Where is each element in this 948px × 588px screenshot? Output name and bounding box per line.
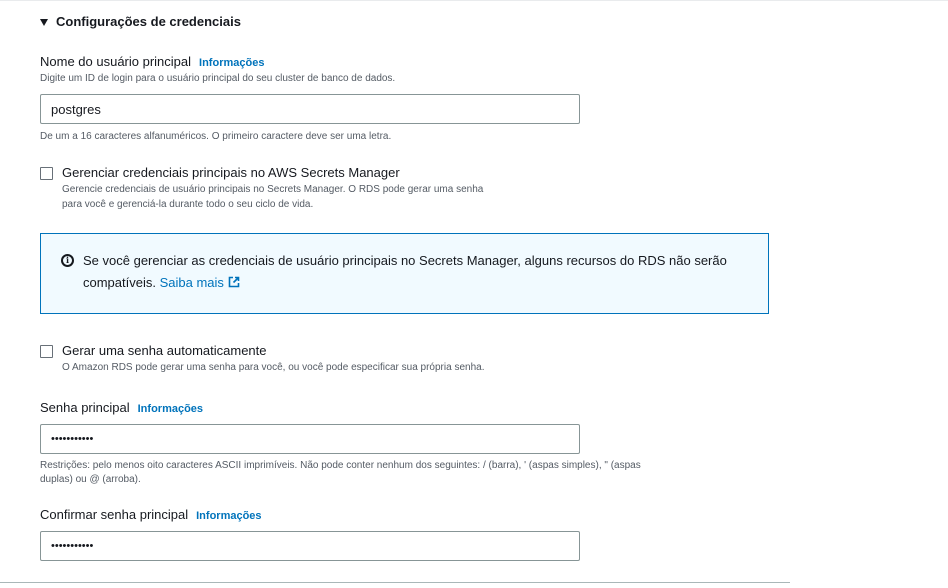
external-link-icon bbox=[228, 276, 240, 288]
master-password-constraint-line2: duplas) ou @ (arroba). bbox=[40, 474, 141, 485]
username-label-row: Nome do usuário principal Informações bbox=[40, 54, 264, 69]
auto-password-description: O Amazon RDS pode gerar uma senha para v… bbox=[62, 362, 485, 373]
master-password-value: ••••••••••• bbox=[51, 433, 94, 445]
section-title: Configurações de credenciais bbox=[56, 14, 241, 29]
secrets-manager-description: Gerencie credenciais de usuário principa… bbox=[62, 182, 483, 212]
master-password-info-link[interactable]: Informações bbox=[138, 403, 203, 415]
username-input[interactable]: postgres bbox=[40, 94, 580, 124]
secrets-manager-description-line2: para você e gerenciá-la durante todo o s… bbox=[62, 199, 314, 210]
info-circle-icon: i bbox=[61, 254, 74, 267]
username-info-link[interactable]: Informações bbox=[199, 57, 264, 69]
confirm-password-label: Confirmar senha principal bbox=[40, 507, 189, 522]
master-password-constraint-line1: Restrições: pelo menos oito caracteres A… bbox=[40, 460, 641, 471]
top-divider bbox=[0, 0, 948, 1]
master-password-label-row: Senha principal Informações bbox=[40, 400, 203, 415]
caret-down-icon bbox=[40, 18, 48, 26]
info-alert: i Se você gerenciar as credenciais de us… bbox=[40, 233, 769, 314]
confirm-password-input[interactable]: ••••••••••• bbox=[40, 531, 580, 561]
credentials-section-toggle[interactable]: Configurações de credenciais bbox=[40, 14, 241, 29]
secrets-manager-checkbox[interactable] bbox=[40, 167, 53, 180]
username-value: postgres bbox=[51, 101, 101, 117]
secrets-manager-option: Gerenciar credenciais principais no AWS … bbox=[40, 165, 483, 212]
username-label: Nome do usuário principal bbox=[40, 54, 192, 69]
secrets-manager-description-line1: Gerencie credenciais de usuário principa… bbox=[62, 184, 484, 195]
learn-more-label: Saiba mais bbox=[159, 275, 224, 290]
master-password-constraint: Restrições: pelo menos oito caracteres A… bbox=[40, 459, 641, 487]
secrets-manager-label: Gerenciar credenciais principais no AWS … bbox=[62, 165, 400, 180]
learn-more-link[interactable]: Saiba mais bbox=[160, 275, 240, 290]
username-constraint: De um a 16 caracteres alfanuméricos. O p… bbox=[40, 131, 392, 142]
auto-password-option: Gerar uma senha automaticamente O Amazon… bbox=[40, 343, 484, 375]
confirm-password-info-link[interactable]: Informações bbox=[196, 510, 261, 522]
master-password-input[interactable]: ••••••••••• bbox=[40, 424, 580, 454]
auto-password-checkbox[interactable] bbox=[40, 345, 53, 358]
bottom-divider bbox=[0, 582, 790, 583]
master-password-label: Senha principal bbox=[40, 400, 130, 415]
username-description: Digite um ID de login para o usuário pri… bbox=[40, 73, 396, 84]
auto-password-label: Gerar uma senha automaticamente bbox=[62, 343, 267, 358]
alert-message: Se você gerenciar as credenciais de usuá… bbox=[83, 250, 752, 294]
confirm-password-value: ••••••••••• bbox=[51, 540, 94, 552]
confirm-password-label-row: Confirmar senha principal Informações bbox=[40, 507, 262, 522]
